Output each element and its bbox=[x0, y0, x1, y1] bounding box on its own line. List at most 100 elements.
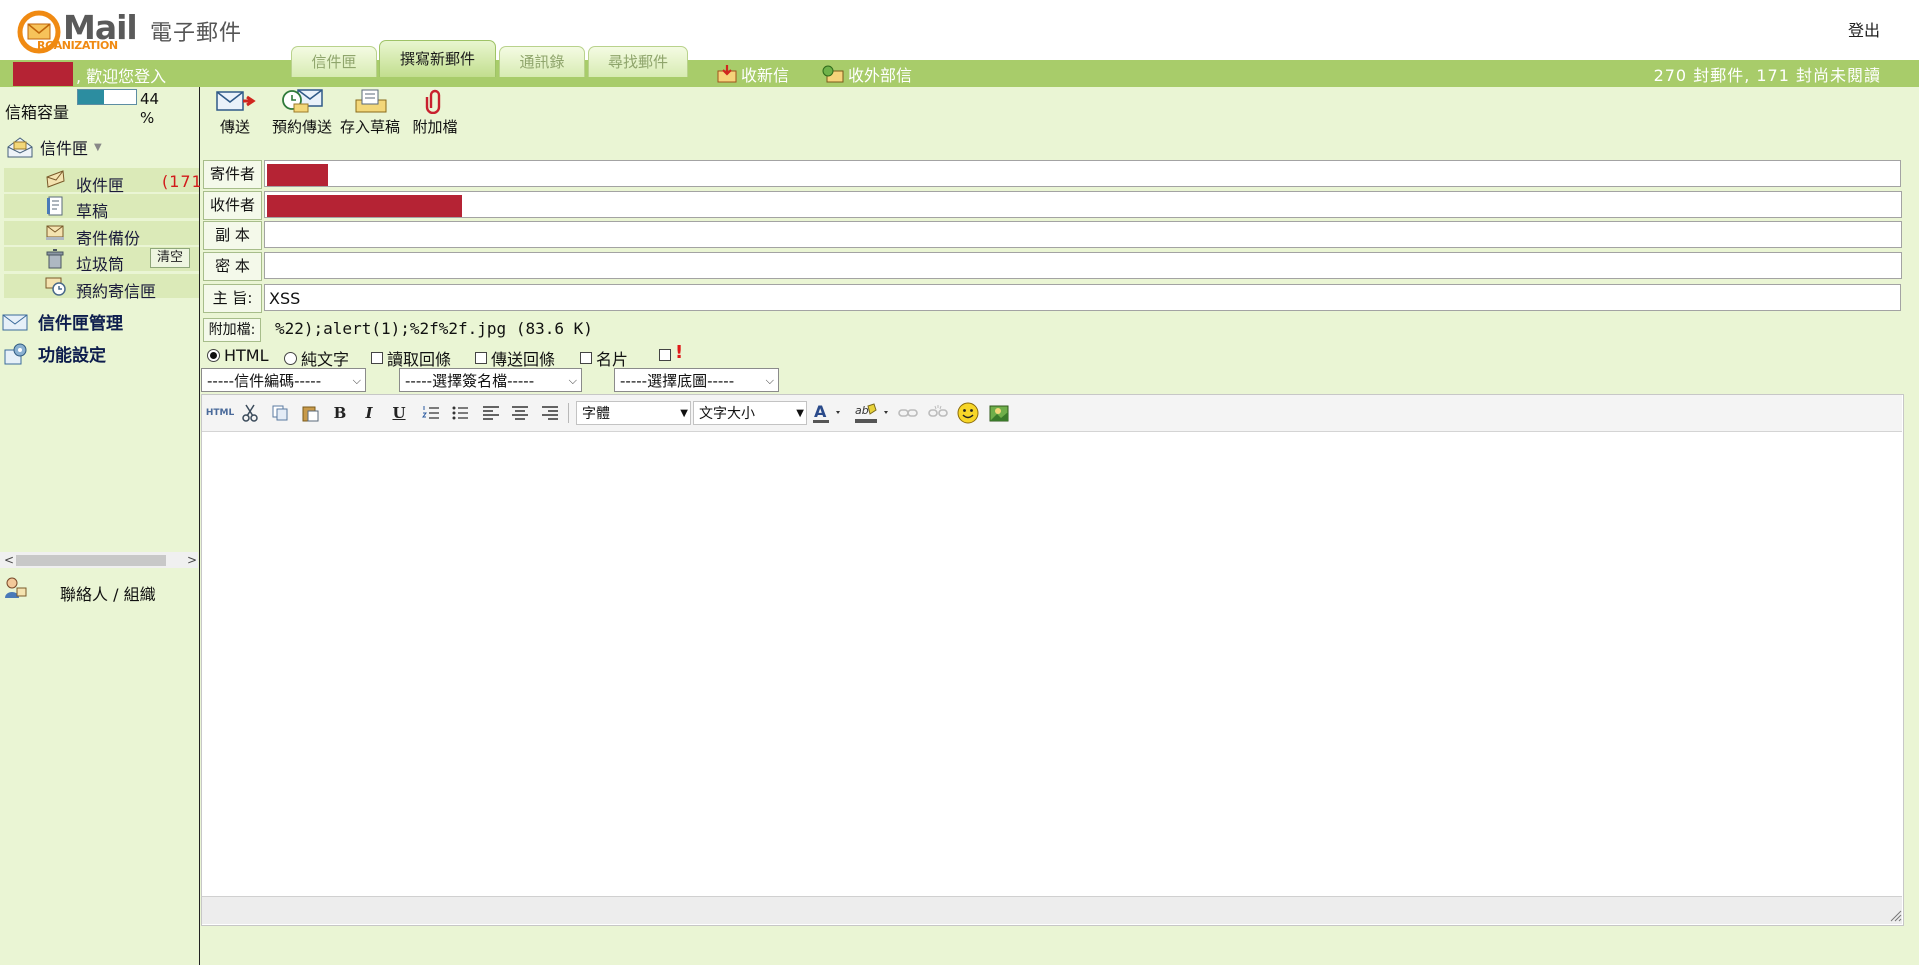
background-select[interactable]: -----選擇底圖----- ⌵ bbox=[614, 368, 779, 392]
external-mail-button[interactable]: 收外部信 bbox=[822, 62, 912, 86]
highlight-color-button[interactable]: ab bbox=[853, 401, 893, 425]
paste-icon[interactable] bbox=[298, 401, 322, 425]
mailbox-tree-head[interactable]: 信件匣 ▼ bbox=[6, 135, 102, 159]
business-card-checkbox[interactable]: 名片 bbox=[580, 346, 628, 370]
username-redacted bbox=[13, 62, 73, 86]
empty-trash-button[interactable]: 清空 bbox=[150, 248, 190, 268]
scrollbar-thumb[interactable] bbox=[16, 555, 166, 566]
welcome-text: , 歡迎您登入 bbox=[76, 67, 167, 86]
external-mail-label: 收外部信 bbox=[848, 66, 913, 85]
app-logo: Mail 電子郵件 RGANIZATION bbox=[17, 8, 257, 54]
save-draft-button[interactable]: 存入草稿 bbox=[336, 88, 404, 137]
align-center-icon[interactable] bbox=[508, 401, 532, 425]
signature-select[interactable]: -----選擇簽名檔----- ⌵ bbox=[399, 368, 582, 392]
chevron-down-icon: ⌵ bbox=[352, 374, 361, 387]
format-plain-radio[interactable]: 純文字 bbox=[284, 346, 349, 370]
read-receipt-checkbox[interactable]: 讀取回條 bbox=[371, 346, 451, 370]
format-plain-label: 純文字 bbox=[301, 350, 350, 369]
scroll-left-icon[interactable]: < bbox=[4, 552, 14, 568]
background-select-value: -----選擇底圖----- bbox=[620, 372, 735, 390]
cut-icon[interactable] bbox=[238, 401, 262, 425]
radio-unselected[interactable] bbox=[284, 351, 297, 365]
encoding-select[interactable]: -----信件編碼----- ⌵ bbox=[201, 368, 366, 392]
sidebar-item-label: 預約寄信匣 bbox=[76, 282, 157, 301]
subject-field[interactable]: XSS bbox=[264, 284, 1901, 311]
sidebar-item-sent[interactable]: 寄件備份 bbox=[4, 221, 199, 248]
attachment-file-link[interactable]: %22);alert(1);%2f%2f.jpg (83.6 K) bbox=[275, 319, 593, 338]
schedule-send-button[interactable]: 預約傳送 bbox=[268, 88, 336, 137]
signature-select-value: -----選擇簽名檔----- bbox=[405, 372, 535, 390]
link-icon[interactable] bbox=[896, 401, 920, 425]
checkbox[interactable] bbox=[371, 352, 383, 364]
italic-icon[interactable]: I bbox=[357, 401, 381, 425]
read-receipt-label: 讀取回條 bbox=[387, 350, 452, 369]
cc-field[interactable] bbox=[264, 221, 1902, 248]
logo-chinese-text: 電子郵件 bbox=[150, 21, 243, 46]
tab-compose[interactable]: 撰寫新郵件 bbox=[379, 40, 496, 77]
external-mail-icon bbox=[822, 65, 844, 83]
chevron-down-icon: ▼ bbox=[94, 141, 102, 153]
emoticon-icon[interactable] bbox=[956, 401, 980, 425]
schedule-send-icon bbox=[282, 89, 323, 113]
checkbox[interactable] bbox=[659, 348, 671, 361]
from-field[interactable] bbox=[264, 160, 1901, 187]
sidebar-item-label: 草稿 bbox=[76, 202, 109, 221]
save-draft-label: 存入草稿 bbox=[339, 118, 400, 136]
align-right-icon[interactable] bbox=[538, 401, 562, 425]
ordered-list-icon[interactable] bbox=[419, 401, 443, 425]
underline-icon[interactable]: U bbox=[387, 401, 411, 425]
font-family-select[interactable]: 字體 ▼ bbox=[576, 401, 691, 425]
html-source-button[interactable]: HTML bbox=[206, 401, 234, 425]
text-color-button[interactable]: A bbox=[811, 401, 847, 425]
sidebar-item-drafts[interactable]: 草稿 bbox=[4, 194, 199, 221]
sidebar-item-settings[interactable]: 功能設定 bbox=[2, 341, 106, 366]
logo-org-text: RGANIZATION bbox=[37, 39, 118, 52]
to-field[interactable] bbox=[264, 191, 1902, 218]
attach-label: 附加檔 bbox=[412, 118, 458, 136]
quota-bar-fill bbox=[78, 90, 104, 104]
settings-label: 功能設定 bbox=[38, 346, 106, 366]
checkbox[interactable] bbox=[580, 352, 592, 364]
save-draft-icon bbox=[355, 89, 387, 113]
subject-label: 主 旨: bbox=[203, 284, 262, 313]
mailbox-manage-label: 信件匣管理 bbox=[38, 314, 123, 334]
receive-mail-button[interactable]: 收新信 bbox=[717, 62, 789, 86]
align-left-icon[interactable] bbox=[479, 401, 503, 425]
attach-button[interactable]: 附加檔 bbox=[410, 88, 460, 137]
sidebar-horizontal-scrollbar[interactable]: < > bbox=[0, 552, 198, 568]
send-button[interactable]: 傳送 bbox=[212, 88, 258, 137]
high-priority-checkbox[interactable]: ! bbox=[659, 342, 683, 363]
format-html-radio[interactable]: HTML bbox=[207, 346, 269, 365]
editor-body[interactable] bbox=[202, 432, 1902, 896]
tab-mailbox[interactable]: 信件匣 bbox=[291, 46, 377, 77]
font-size-value: 文字大小 bbox=[699, 406, 755, 422]
sidebar-item-contacts[interactable]: 聯絡人 / 組織 bbox=[2, 584, 172, 606]
inbox-icon bbox=[46, 170, 65, 188]
tab-search[interactable]: 尋找郵件 bbox=[588, 46, 688, 77]
mailbox-tree-label: 信件匣 bbox=[40, 139, 89, 158]
chevron-down-icon: ▼ bbox=[796, 408, 804, 419]
unlink-icon[interactable] bbox=[926, 401, 950, 425]
settings-icon bbox=[4, 343, 27, 364]
receive-mail-icon bbox=[717, 65, 737, 83]
sidebar-item-mailbox-manage[interactable]: 信件匣管理 bbox=[2, 309, 123, 334]
logout-link[interactable]: 登出 bbox=[1848, 17, 1880, 41]
tab-contacts[interactable]: 通訊錄 bbox=[499, 46, 585, 77]
unordered-list-icon[interactable] bbox=[448, 401, 472, 425]
resize-handle-icon[interactable] bbox=[1890, 910, 1902, 922]
delivery-receipt-checkbox[interactable]: 傳送回條 bbox=[475, 346, 555, 370]
font-size-select[interactable]: 文字大小 ▼ bbox=[693, 401, 807, 425]
radio-selected[interactable] bbox=[207, 349, 220, 362]
priority-exclamation-icon: ! bbox=[675, 342, 684, 363]
insert-image-icon[interactable] bbox=[987, 401, 1011, 425]
mailbox-manage-icon bbox=[2, 314, 28, 330]
bcc-field[interactable] bbox=[264, 252, 1902, 279]
sidebar-item-scheduled[interactable]: 預約寄信匣 bbox=[4, 274, 199, 301]
checkbox[interactable] bbox=[475, 352, 487, 364]
to-label: 收件者 bbox=[203, 191, 262, 220]
editor-status-bar bbox=[202, 896, 1902, 924]
copy-icon[interactable] bbox=[268, 401, 292, 425]
sent-icon bbox=[46, 225, 64, 240]
scroll-right-icon[interactable]: > bbox=[187, 552, 197, 568]
bold-icon[interactable]: B bbox=[328, 401, 352, 425]
